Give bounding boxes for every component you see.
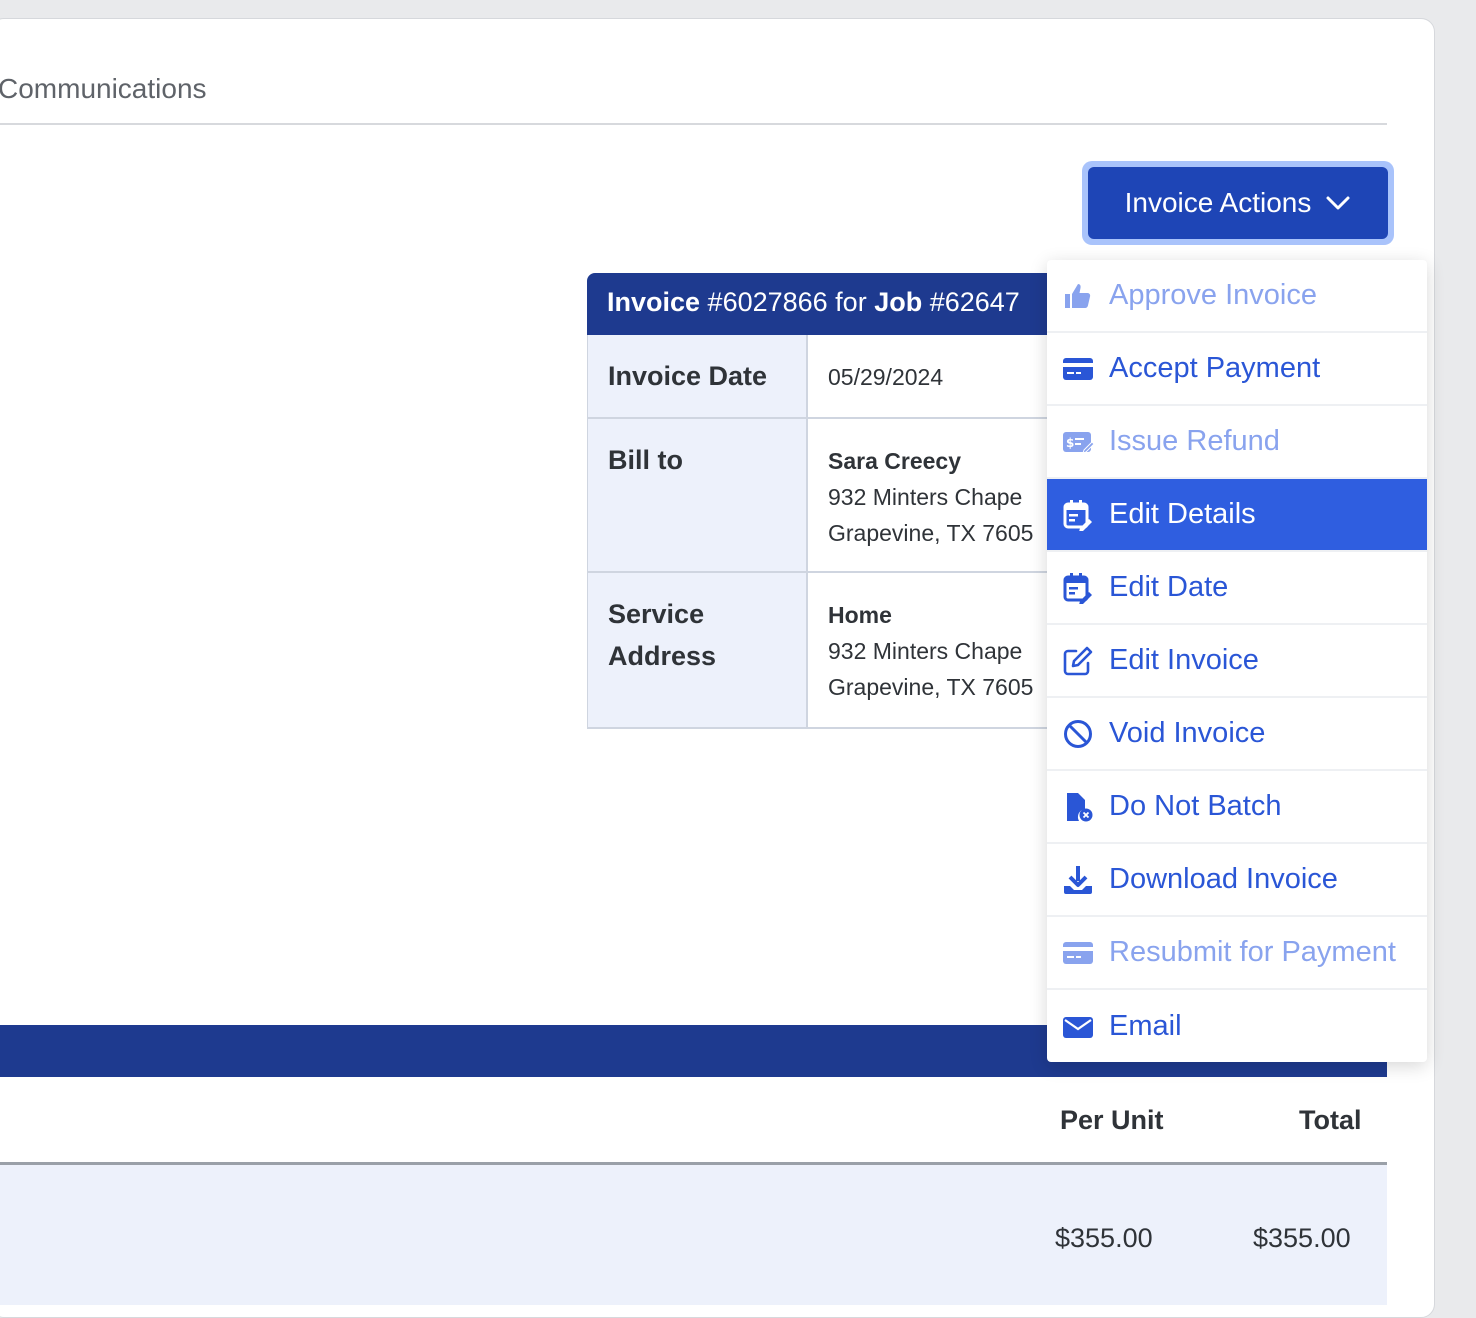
download-icon — [1061, 863, 1095, 897]
bill-to-label: Bill to — [588, 419, 808, 571]
job-title-label: Job — [874, 287, 923, 317]
menu-item-label: Void Invoice — [1109, 717, 1266, 749]
menu-item-void-invoice[interactable]: Void Invoice — [1047, 698, 1427, 771]
row-per-unit: $355.00 — [1055, 1223, 1153, 1253]
file-x-icon — [1061, 790, 1095, 824]
menu-item-resubmit-for-payment[interactable]: Resubmit for Payment — [1047, 917, 1427, 990]
menu-item-issue-refund[interactable]: $ Issue Refund — [1047, 406, 1427, 479]
invoice-actions-button-body[interactable]: Invoice Actions — [1088, 167, 1388, 239]
job-number: #62647 — [922, 287, 1020, 317]
invoice-title: Invoice #6027866 for Job #62647 — [587, 273, 1107, 335]
menu-item-do-not-batch[interactable]: Do Not Batch — [1047, 771, 1427, 844]
invoice-date-row: Invoice Date 05/29/2024 — [587, 335, 1107, 419]
menu-item-label: Email — [1109, 1010, 1182, 1042]
service-address-label: Service Address — [588, 573, 808, 727]
menu-item-edit-date[interactable]: Edit Date — [1047, 552, 1427, 625]
invoice-actions-menu: Approve Invoice Accept Payment $ Issue R… — [1047, 260, 1427, 1062]
credit-card-icon — [1061, 352, 1095, 386]
menu-item-label: Do Not Batch — [1109, 790, 1282, 822]
menu-item-label: Edit Date — [1109, 571, 1229, 603]
calendar-edit-icon — [1061, 498, 1095, 532]
menu-item-edit-invoice[interactable]: Edit Invoice — [1047, 625, 1427, 698]
tab-bar: Communications — [0, 19, 1387, 125]
invoice-summary-table: Invoice #6027866 for Job #62647 Invoice … — [587, 273, 1107, 731]
service-label-line1: Service — [608, 599, 705, 629]
pencil-square-icon — [1061, 644, 1095, 678]
table-row: $355.00 $355.00 — [0, 1165, 1387, 1305]
calendar-edit-icon — [1061, 571, 1095, 605]
menu-item-label: Accept Payment — [1109, 352, 1321, 384]
menu-item-label: Edit Details — [1109, 498, 1256, 530]
envelope-icon — [1061, 1010, 1095, 1044]
menu-item-label: Approve Invoice — [1109, 279, 1317, 311]
menu-item-label: Download Invoice — [1109, 863, 1338, 895]
col-per-unit: Per Unit — [1060, 1105, 1164, 1135]
menu-item-edit-details[interactable]: Edit Details — [1047, 479, 1427, 552]
col-total: Total — [1299, 1105, 1362, 1135]
ban-icon — [1061, 717, 1095, 751]
menu-item-approve-invoice[interactable]: Approve Invoice — [1047, 260, 1427, 333]
service-label-line2: Address — [608, 641, 717, 671]
invoice-number: #6027866 for — [700, 287, 875, 317]
chevron-down-icon — [1325, 195, 1351, 211]
menu-item-label: Edit Invoice — [1109, 644, 1259, 676]
tab-communications[interactable]: Communications — [0, 73, 207, 105]
line-items-column-header: Per Unit Total — [0, 1081, 1387, 1165]
menu-item-label: Resubmit for Payment — [1109, 936, 1396, 968]
thumbs-up-icon — [1061, 279, 1095, 313]
menu-item-email[interactable]: Email — [1047, 990, 1427, 1062]
menu-item-download-invoice[interactable]: Download Invoice — [1047, 844, 1427, 917]
service-address-row: Service Address Home 932 Minters Chape G… — [587, 573, 1107, 729]
invoice-actions-button[interactable]: Invoice Actions — [1082, 161, 1394, 245]
refund-icon: $ — [1061, 425, 1095, 459]
row-total: $355.00 — [1253, 1223, 1351, 1253]
menu-item-accept-payment[interactable]: Accept Payment — [1047, 333, 1427, 406]
bill-to-row: Bill to Sara Creecy 932 Minters Chape Gr… — [587, 419, 1107, 573]
credit-card-icon — [1061, 936, 1095, 970]
menu-item-label: Issue Refund — [1109, 425, 1280, 457]
svg-text:$: $ — [1066, 436, 1074, 450]
invoice-title-label: Invoice — [607, 287, 701, 317]
invoice-date-label: Invoice Date — [588, 335, 808, 417]
invoice-actions-label: Invoice Actions — [1124, 187, 1312, 218]
